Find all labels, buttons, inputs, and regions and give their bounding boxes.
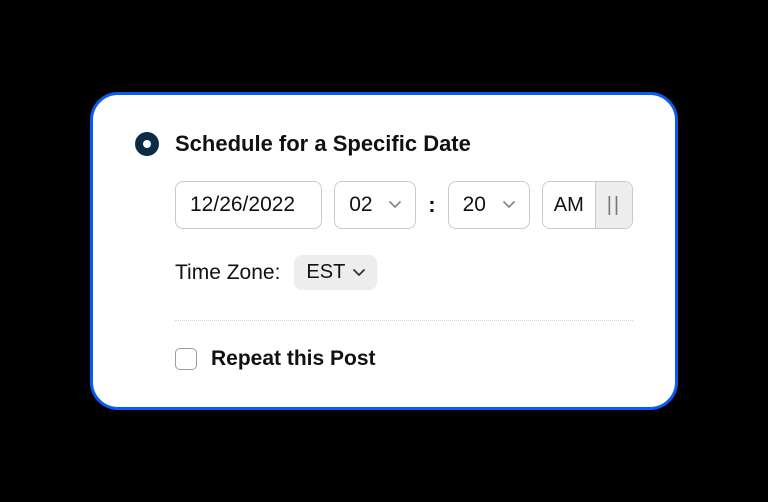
chevron-down-icon bbox=[353, 269, 365, 277]
timezone-value: EST bbox=[306, 261, 345, 284]
ampm-toggle[interactable]: AM || bbox=[542, 181, 633, 229]
repeat-label: Repeat this Post bbox=[211, 347, 376, 371]
timezone-select[interactable]: EST bbox=[294, 255, 377, 290]
ampm-pm-button[interactable]: || bbox=[595, 182, 632, 228]
date-input[interactable]: 12/26/2022 bbox=[175, 181, 322, 229]
hour-select[interactable]: 02 bbox=[334, 181, 416, 229]
date-value: 12/26/2022 bbox=[190, 193, 295, 217]
datetime-row: 12/26/2022 02 : 20 AM || bbox=[175, 181, 633, 229]
chevron-down-icon bbox=[389, 201, 401, 209]
divider bbox=[175, 320, 633, 321]
minute-value: 20 bbox=[463, 193, 486, 217]
repeat-checkbox[interactable] bbox=[175, 348, 197, 370]
schedule-radio-row[interactable]: Schedule for a Specific Date bbox=[135, 131, 633, 157]
time-colon: : bbox=[428, 192, 435, 218]
schedule-radio-label: Schedule for a Specific Date bbox=[175, 131, 471, 157]
minute-select[interactable]: 20 bbox=[448, 181, 530, 229]
radio-selected-icon bbox=[135, 132, 159, 156]
chevron-down-icon bbox=[503, 201, 515, 209]
ampm-am-button[interactable]: AM bbox=[543, 182, 595, 228]
repeat-row: Repeat this Post bbox=[175, 347, 633, 371]
schedule-card: Schedule for a Specific Date 12/26/2022 … bbox=[90, 92, 678, 410]
timezone-row: Time Zone: EST bbox=[175, 255, 633, 290]
timezone-label: Time Zone: bbox=[175, 261, 280, 285]
hour-value: 02 bbox=[349, 193, 372, 217]
